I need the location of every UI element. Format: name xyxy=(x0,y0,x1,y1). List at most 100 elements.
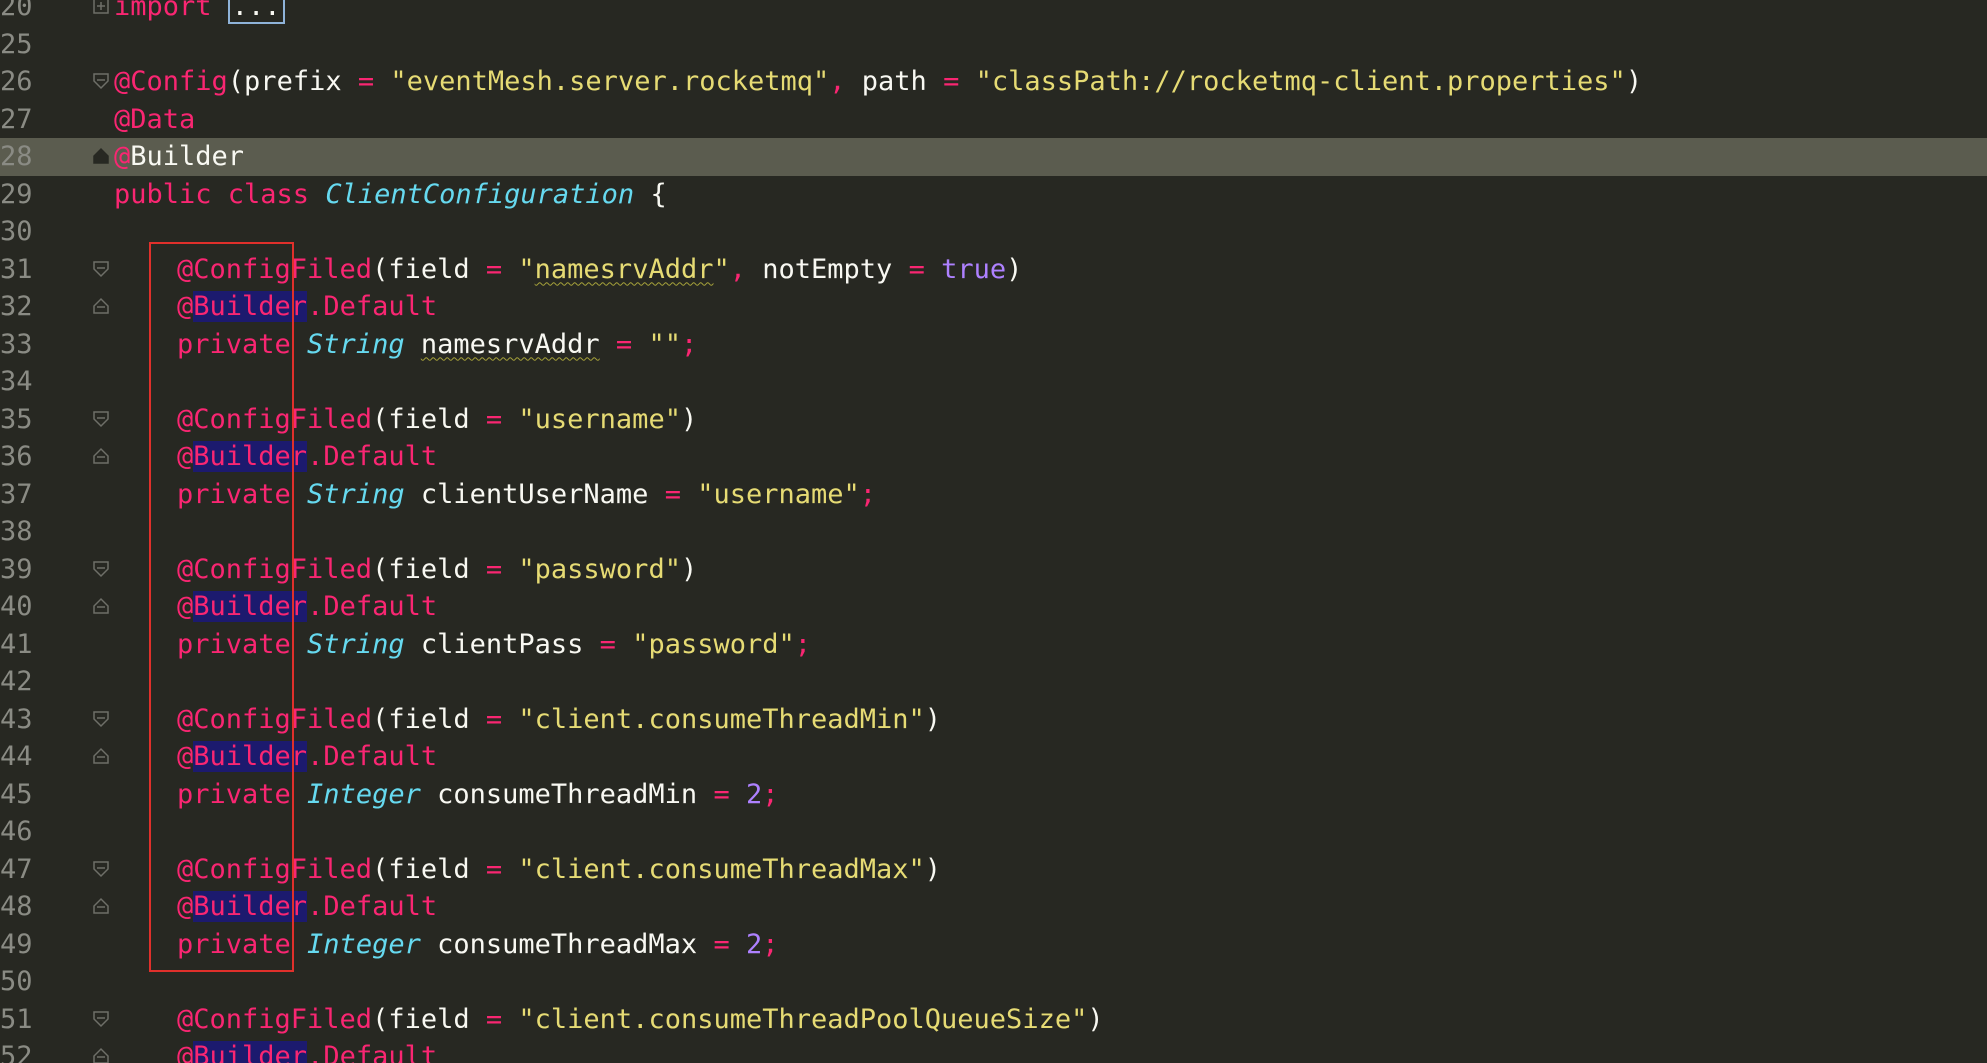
fold-end-icon[interactable] xyxy=(92,1047,110,1063)
line-number: 29 xyxy=(0,178,33,210)
fold-end-icon[interactable] xyxy=(92,147,110,165)
code-token: " xyxy=(713,253,730,285)
fold-end-icon[interactable] xyxy=(92,747,110,765)
code-line[interactable]: 28 @Builder xyxy=(0,138,1987,176)
line-number: 31 xyxy=(0,253,33,285)
line-number: 27 xyxy=(0,103,33,135)
code-token: "password" xyxy=(502,553,681,585)
code-token: ) xyxy=(1006,253,1023,285)
code-token: (prefix xyxy=(227,66,358,97)
code-line[interactable]: 26 @Config(prefix = "eventMesh.server.roc… xyxy=(0,63,1987,101)
line-number: 46 xyxy=(0,816,33,847)
code-token: (field xyxy=(372,1003,486,1035)
code-token: "password" xyxy=(615,628,795,660)
code-token: = xyxy=(713,928,730,960)
code-token: clientUserName xyxy=(404,478,665,510)
code-token: (field xyxy=(372,553,486,585)
code-token: ; xyxy=(859,478,877,510)
code-line[interactable]: 38 xyxy=(0,513,1987,551)
fold-open-icon[interactable] xyxy=(92,1010,110,1028)
fold-end-icon[interactable] xyxy=(92,447,110,465)
code-line[interactable]: 32 @Builder.Default xyxy=(0,288,1987,326)
code-line[interactable]: 35 @ConfigFiled(field = "username") xyxy=(0,401,1987,439)
fold-open-icon[interactable] xyxy=(92,260,110,278)
code-text: @Builder.Default xyxy=(177,1038,437,1063)
code-line[interactable]: 33 private String namesrvAddr = ""; xyxy=(0,326,1987,364)
code-text: @ConfigFiled(field = "client.consumeThre… xyxy=(177,1001,1104,1039)
line-number: 28 xyxy=(0,141,33,172)
code-editor[interactable]: 52 @Builder.Default 51 @ConfigFiled(field =… xyxy=(0,0,1987,1063)
code-token: " xyxy=(502,253,535,285)
code-token: Integer xyxy=(307,928,421,960)
code-token: ) xyxy=(924,853,942,885)
code-token: (field xyxy=(372,703,486,735)
code-token: ) xyxy=(680,553,698,585)
code-line[interactable]: 27 @Data xyxy=(0,101,1987,139)
code-token: = xyxy=(943,66,960,97)
code-token: (field xyxy=(372,403,486,435)
fold-open-icon[interactable] xyxy=(92,72,110,90)
code-line[interactable]: 52 @Builder.Default xyxy=(0,1038,1987,1063)
fold-end-icon[interactable] xyxy=(92,297,110,315)
code-line[interactable]: 46 xyxy=(0,813,1987,851)
fold-open-icon[interactable] xyxy=(92,860,110,878)
code-line[interactable]: 41 private String clientPass = "password"… xyxy=(0,626,1987,664)
code-line[interactable]: 45 private Integer consumeThreadMin = 2; xyxy=(0,776,1987,814)
code-token: "client.consumeThreadPoolQueueSize" xyxy=(502,1003,1088,1035)
code-line[interactable]: 48 @Builder.Default xyxy=(0,888,1987,926)
fold-end-icon[interactable] xyxy=(92,597,110,615)
code-line[interactable]: 50 xyxy=(0,963,1987,1001)
code-token: namesrvAddr xyxy=(420,328,600,360)
code-token: "" xyxy=(632,328,681,360)
code-token: ... xyxy=(227,0,285,24)
code-line[interactable]: 39 @ConfigFiled(field = "password") xyxy=(0,551,1987,589)
code-line[interactable]: 31 @ConfigFiled(field = "namesrvAddr", no… xyxy=(0,251,1987,289)
line-number: 51 xyxy=(0,1003,33,1035)
code-line[interactable]: 20 import ... xyxy=(0,0,1987,26)
fold-plus-icon[interactable] xyxy=(92,0,110,15)
line-number: 45 xyxy=(0,778,33,810)
code-token: true xyxy=(924,253,1007,285)
code-line[interactable]: 34 xyxy=(0,363,1987,401)
fold-open-icon[interactable] xyxy=(92,410,110,428)
line-number: 26 xyxy=(0,66,33,97)
fold-open-icon[interactable] xyxy=(92,560,110,578)
line-number: 30 xyxy=(0,216,33,247)
code-text: import ... xyxy=(114,0,285,26)
code-text: @Data xyxy=(114,101,195,139)
code-line[interactable]: 49 private Integer consumeThreadMax = 2; xyxy=(0,926,1987,964)
code-line[interactable]: 37 private String clientUserName = "usern… xyxy=(0,476,1987,514)
line-number: 37 xyxy=(0,478,33,510)
fold-open-icon[interactable] xyxy=(92,710,110,728)
code-line[interactable]: 44 @Builder.Default xyxy=(0,738,1987,776)
code-text: @Builder xyxy=(114,138,244,176)
code-token: consumeThreadMin xyxy=(420,778,714,810)
code-token: String xyxy=(307,478,405,510)
code-line[interactable]: 25 xyxy=(0,26,1987,64)
code-line[interactable]: 43 @ConfigFiled(field = "client.consumeTh… xyxy=(0,701,1987,739)
code-token: .Default xyxy=(307,741,438,772)
code-line[interactable]: 42 xyxy=(0,663,1987,701)
code-token: ClientConfiguration xyxy=(325,178,635,210)
code-token: "client.consumeThreadMin" xyxy=(502,703,925,735)
code-token: = xyxy=(599,628,616,660)
code-token: "username" xyxy=(502,403,681,435)
line-number: 39 xyxy=(0,553,33,585)
code-token: clientPass xyxy=(404,628,600,660)
code-token: , xyxy=(829,66,846,97)
code-line[interactable]: 47 @ConfigFiled(field = "client.consumeTh… xyxy=(0,851,1987,889)
code-token: consumeThreadMax xyxy=(420,928,714,960)
line-number: 41 xyxy=(0,628,33,660)
code-token: ) xyxy=(1087,1003,1104,1035)
code-line[interactable]: 51 @ConfigFiled(field = "client.consumeTh… xyxy=(0,1001,1987,1039)
code-line[interactable]: 36 @Builder.Default xyxy=(0,438,1987,476)
code-line[interactable]: 29 public class ClientConfiguration { xyxy=(0,176,1987,214)
code-token: .Default xyxy=(307,891,438,922)
code-token: Integer xyxy=(307,778,421,810)
code-line[interactable]: 40 @Builder.Default xyxy=(0,588,1987,626)
code-line[interactable]: 30 xyxy=(0,213,1987,251)
fold-end-icon[interactable] xyxy=(92,897,110,915)
code-token: ; xyxy=(680,328,698,360)
code-token: String xyxy=(307,328,405,360)
